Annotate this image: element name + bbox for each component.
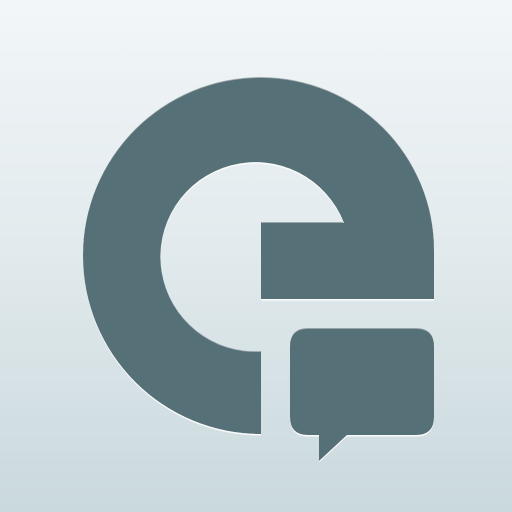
- app-icon: [0, 0, 512, 512]
- speech-bubble-icon: [290, 329, 434, 461]
- app-icon-artwork: [83, 78, 434, 461]
